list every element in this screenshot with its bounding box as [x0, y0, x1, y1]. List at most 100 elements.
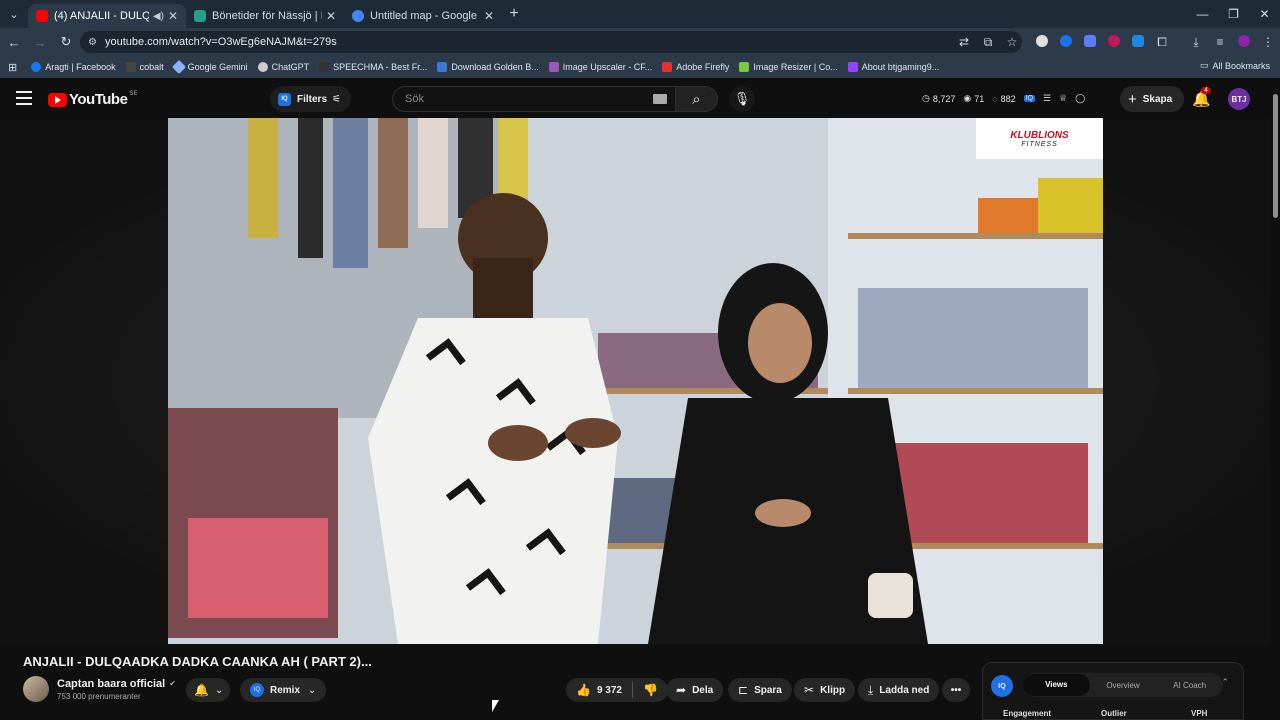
extension-4-icon[interactable]: [1102, 34, 1126, 50]
all-bookmarks-label: All Bookmarks: [1212, 60, 1270, 71]
restore-icon[interactable]: ❐: [1218, 0, 1249, 28]
bookmark-label: Image Resizer | Co...: [753, 62, 838, 72]
tab-overview[interactable]: Overview: [1090, 681, 1157, 690]
account-avatar[interactable]: BTJ: [1228, 88, 1250, 110]
mouse-cursor-icon: [492, 700, 499, 712]
profile-icon[interactable]: [1232, 34, 1256, 50]
all-bookmarks-folder[interactable]: ▭ All Bookmarks: [1200, 60, 1270, 71]
voice-search-mic-icon[interactable]: 🎙: [729, 86, 755, 112]
browser-tab-youtube[interactable]: (4) ANJALII - DULQAADKA D ◀) ✕: [28, 4, 186, 28]
like-count[interactable]: 9 372: [597, 685, 622, 696]
list-icon[interactable]: ☰: [1043, 93, 1051, 104]
minimize-icon[interactable]: —: [1187, 0, 1218, 28]
browser-tab-islam[interactable]: Bönetider för Nässjö | Islam.nu ✕: [186, 4, 344, 28]
bookmark-label: SPEECHMA - Best Fr...: [333, 62, 428, 72]
iq-small-icon[interactable]: IQ: [1023, 95, 1036, 102]
save-button[interactable]: ⊏ Spara: [728, 678, 792, 702]
channel-owner: Captan baara official ✔ 753 000 prenumer…: [23, 676, 176, 702]
bookmark-speechma[interactable]: SPEECHMA - Best Fr...: [319, 62, 427, 72]
video-player[interactable]: KLUBLIONS FITNESS: [0, 118, 1270, 644]
channel-name[interactable]: Captan baara official: [57, 678, 165, 690]
youtube-play-logo-icon: [48, 92, 67, 107]
bookmark-label: Download Golden B...: [451, 62, 539, 72]
dislike-thumb-icon[interactable]: 👎: [643, 683, 658, 697]
search-input[interactable]: Sök: [392, 86, 676, 112]
tab-title: (4) ANJALII - DULQAADKA D: [54, 10, 149, 22]
apps-grid-icon[interactable]: ⊞: [8, 61, 17, 74]
close-tab-icon[interactable]: ✕: [326, 9, 336, 23]
gemini-icon: [171, 59, 186, 75]
tab-search-chevron-icon[interactable]: ⌄: [0, 0, 28, 28]
youtube-logo[interactable]: YouTube SE: [48, 91, 137, 108]
close-tab-icon[interactable]: ✕: [168, 9, 178, 23]
extension-5-icon[interactable]: [1126, 34, 1150, 50]
reload-icon[interactable]: ↻: [54, 34, 78, 50]
extension-2-icon[interactable]: [1054, 34, 1078, 50]
remix-button[interactable]: IQ Remix ⌄: [240, 678, 327, 702]
translate-icon[interactable]: ⇄: [952, 35, 976, 49]
bookmark-resizer[interactable]: Image Resizer | Co...: [739, 62, 838, 72]
more-actions-button[interactable]: •••: [942, 678, 970, 702]
video-scene-illustration: [168, 118, 1103, 644]
bookmark-firefly[interactable]: Adobe Firefly: [662, 62, 729, 72]
search-icon: ⌕: [692, 90, 701, 108]
bookmark-save-icon: ⊏: [738, 683, 749, 697]
install-app-icon[interactable]: ⧉: [976, 35, 1000, 50]
back-arrow-icon[interactable]: ←: [2, 35, 26, 50]
reading-list-icon[interactable]: ≡: [1208, 35, 1232, 49]
forward-arrow-icon[interactable]: →: [28, 35, 52, 50]
bookmark-upscaler[interactable]: Image Upscaler - CF...: [548, 62, 652, 72]
bookmarks-bar: ⊞ Aragti | Facebook cobalt Google Gemini…: [0, 56, 1280, 78]
new-tab-plus-icon[interactable]: +: [502, 5, 526, 23]
keyboard-icon[interactable]: [653, 94, 667, 104]
bookmark-facebook[interactable]: Aragti | Facebook: [31, 62, 116, 72]
share-label: Dela: [692, 684, 714, 696]
download-button[interactable]: ⤓ Ladda ned: [858, 678, 940, 702]
browser-tab-google-earth[interactable]: Untitled map - Google Earth ✕: [344, 4, 502, 28]
bookmark-star-icon[interactable]: ☆: [1000, 35, 1024, 49]
folder-icon: ▭: [1199, 60, 1209, 70]
scrollbar-thumb[interactable]: [1273, 94, 1278, 218]
notifications-bell-icon[interactable]: 🔔 4: [1192, 87, 1211, 108]
extension-1-icon[interactable]: [1030, 34, 1054, 50]
create-button[interactable]: + Skapa: [1120, 86, 1185, 112]
vidiq-badge-icon[interactable]: IQ: [991, 675, 1013, 697]
notification-count: 4: [1201, 87, 1211, 94]
extensions-puzzle-icon[interactable]: ⧠: [1150, 35, 1174, 50]
speechma-icon: [319, 62, 330, 72]
bookmark-chatgpt[interactable]: ChatGPT: [257, 62, 309, 72]
chat-icon[interactable]: ◯: [1075, 93, 1085, 104]
speaker-icon[interactable]: ◀): [153, 11, 164, 22]
channel-avatar[interactable]: [23, 676, 49, 702]
subscription-bell-button[interactable]: 🔔 ⌄: [186, 678, 230, 702]
downloads-icon[interactable]: ⤓: [1184, 35, 1208, 50]
tab-ai-coach[interactable]: AI Coach: [1156, 681, 1223, 690]
clip-button[interactable]: ✂ Klipp: [794, 678, 856, 702]
tab-views[interactable]: Views: [1023, 674, 1090, 696]
trophy-icon[interactable]: ♕: [1059, 93, 1067, 104]
share-button[interactable]: ➦ Dela: [666, 678, 724, 702]
browser-menu-icon[interactable]: ⋮: [1256, 35, 1280, 49]
like-thumb-icon[interactable]: 👍: [576, 683, 591, 697]
close-window-icon[interactable]: ✕: [1249, 0, 1280, 28]
bookmark-gemini[interactable]: Google Gemini: [171, 59, 248, 75]
site-info-icon[interactable]: ⚙: [88, 37, 97, 48]
scissors-icon: ✂: [804, 683, 815, 697]
filters-button[interactable]: IQ Filters ⚟: [270, 86, 351, 112]
bookmark-golden[interactable]: Download Golden B...: [437, 62, 539, 72]
page-scrollbar[interactable]: [1270, 80, 1280, 720]
extension-3-icon[interactable]: [1078, 34, 1102, 50]
vidiq-tabs: Views Overview AI Coach: [1023, 673, 1223, 697]
hamburger-menu-icon[interactable]: [16, 91, 32, 105]
download-site-icon: [437, 62, 448, 72]
close-tab-icon[interactable]: ✕: [484, 9, 494, 23]
address-bar[interactable]: ⚙ youtube.com/watch?v=O3wEg6eNAJM&t=279s: [80, 31, 1022, 53]
video-frame[interactable]: KLUBLIONS FITNESS: [168, 118, 1103, 644]
remix-label: Remix: [270, 684, 301, 696]
collapse-chevron-up-icon[interactable]: ⌃: [1221, 677, 1229, 688]
adobe-firefly-icon: [662, 62, 673, 72]
bookmark-cobalt[interactable]: cobalt: [125, 62, 164, 72]
download-arrow-icon: ⤓: [868, 682, 874, 697]
bookmark-btjgaming[interactable]: About btjgaming9...: [847, 62, 939, 72]
search-button[interactable]: ⌕: [676, 86, 718, 112]
